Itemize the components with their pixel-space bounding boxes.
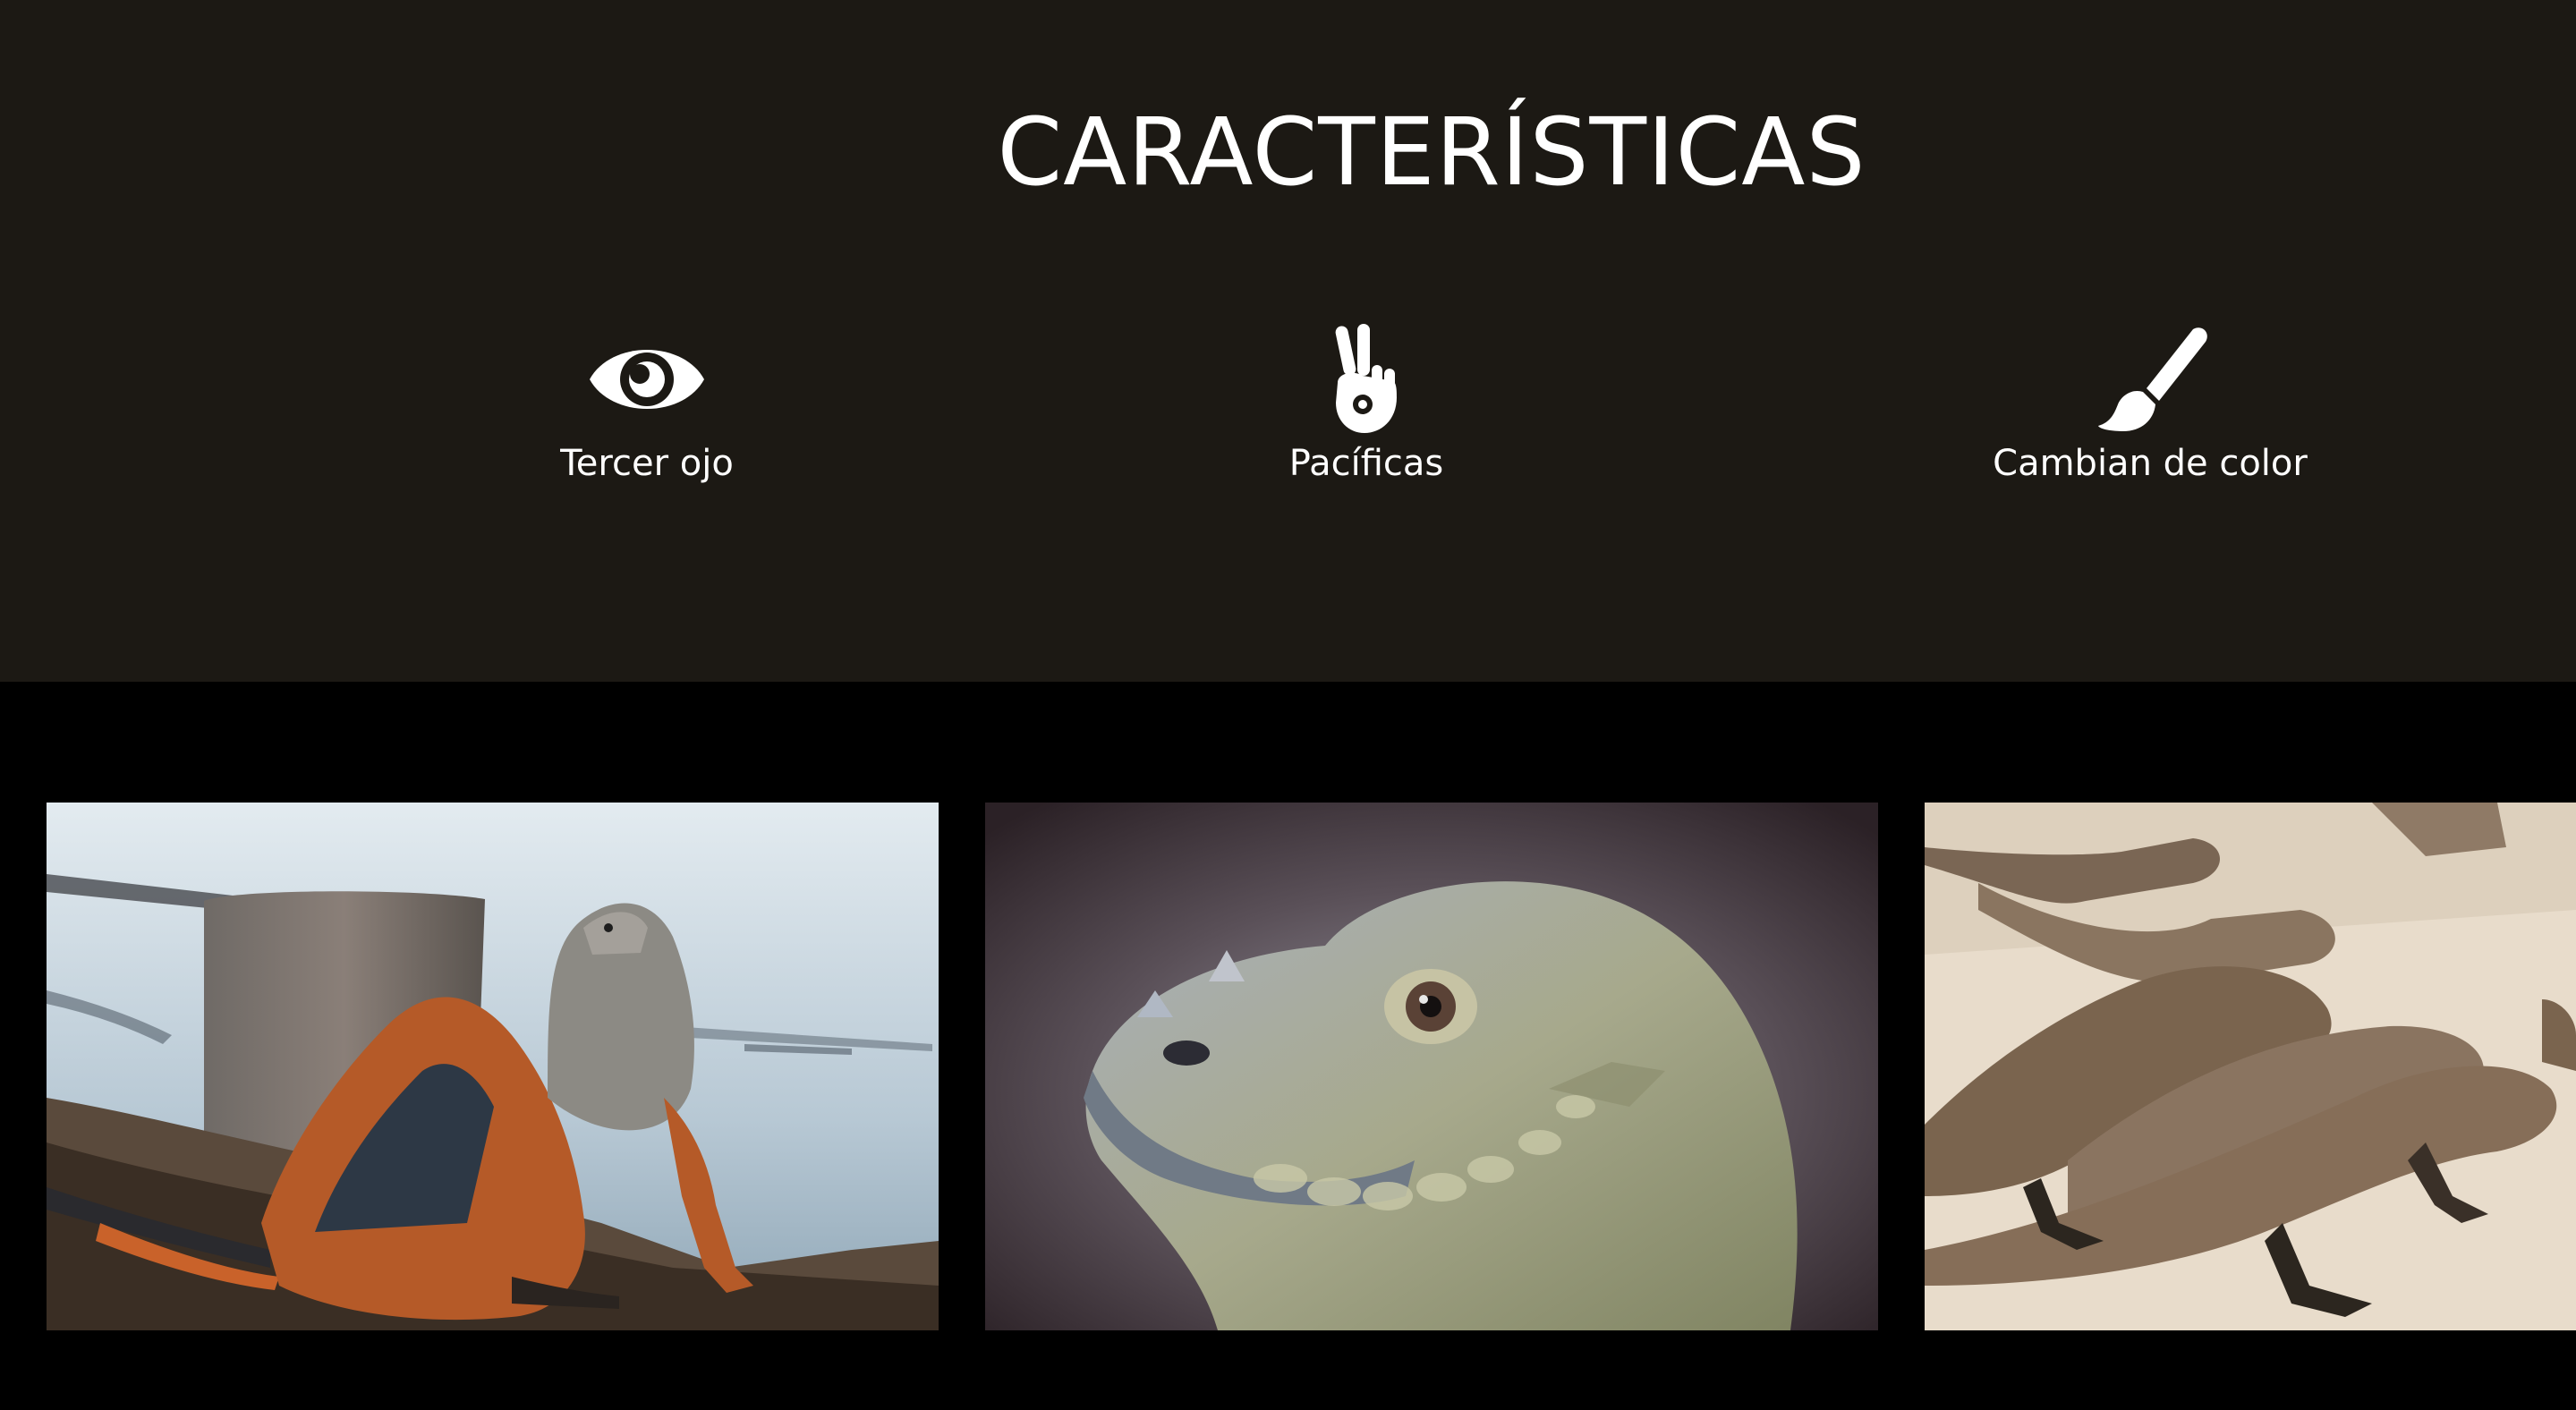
feature-label: Pacíficas	[1288, 443, 1444, 484]
feature-peaceful: Pacíficas	[1134, 324, 1599, 485]
gallery-image-iguanas-sand	[1925, 803, 2576, 1330]
gallery-section	[0, 682, 2576, 1410]
section-title: CARACTERÍSTICAS	[997, 98, 1866, 207]
features-section: CARACTERÍSTICAS Tercer ojo Pacíficas Cam…	[0, 0, 2576, 682]
feature-label: Tercer ojo	[560, 443, 734, 484]
paintbrush-icon	[2098, 327, 2207, 431]
feature-third-eye: Tercer ojo	[414, 324, 880, 485]
peace-hand-icon	[1335, 324, 1397, 433]
gallery-image-iguana-head	[985, 803, 1878, 1330]
eye-icon	[590, 350, 704, 409]
gallery-image-iguana-shore	[47, 803, 939, 1330]
feature-label: Cambian de color	[1993, 443, 2308, 484]
page: CARACTERÍSTICAS Tercer ojo Pacíficas Cam…	[0, 0, 2576, 1410]
feature-change-color: Cambian de color	[1917, 324, 2383, 485]
